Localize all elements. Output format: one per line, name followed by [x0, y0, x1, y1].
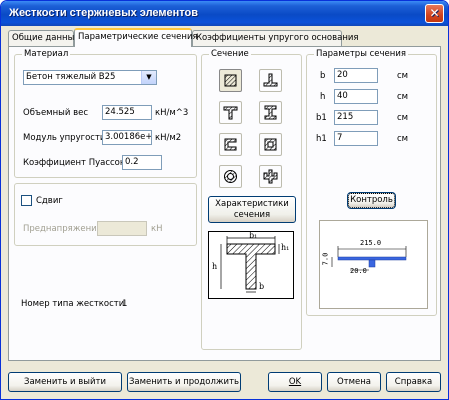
shape-rectangle-button[interactable]: [219, 69, 242, 92]
param-h1-input[interactable]: 7: [334, 131, 378, 146]
section-preview-drawing: [331, 246, 407, 271]
chevron-down-icon[interactable]: ▼: [141, 71, 156, 84]
shear-checkbox-label: Сдвиг: [36, 196, 63, 206]
section-characteristics-button[interactable]: Характеристики сечения: [208, 196, 296, 223]
shape-box-button[interactable]: [259, 133, 282, 156]
diagram-label-b1: b₁: [249, 231, 258, 240]
volumetric-weight-label: Объемный вес: [23, 108, 88, 118]
diagram-label-h: h: [212, 262, 218, 271]
param-b1-input[interactable]: 215: [334, 110, 378, 125]
section-params-group: Параметры сечения b 20 см h 40 см b1 215…: [306, 49, 437, 316]
param-b1-label: b1: [316, 113, 327, 123]
material-select-value: Бетон тяжелый B25: [26, 72, 116, 82]
help-button[interactable]: Справка: [386, 372, 441, 392]
param-b-label: b: [320, 71, 326, 81]
diagram-label-h1: h₁: [281, 243, 290, 252]
close-button[interactable]: ✕: [425, 4, 444, 23]
elastic-modulus-input[interactable]: 3.00186e+07: [102, 130, 152, 145]
preview-height-label: 7.0: [321, 252, 330, 266]
volumetric-weight-input[interactable]: 24.525: [102, 105, 152, 120]
stiffness-type-label: Номер типа жесткости: [21, 299, 125, 309]
param-b-input[interactable]: 20: [334, 68, 378, 83]
rectangle-section-icon: [224, 74, 237, 87]
t-section-diagram: b₁ h₁ h b: [208, 231, 294, 299]
tab-panel: Материал Бетон тяжелый B25 ▼ Объемный ве…: [8, 46, 441, 361]
t-section-diagram-drawing: [220, 236, 280, 293]
stiffness-type-value: 1: [122, 299, 128, 309]
ok-button[interactable]: OK: [268, 372, 322, 392]
section-preview: 215.0 7.0 20.0: [319, 220, 428, 309]
shape-cross-button[interactable]: [259, 165, 282, 188]
title-bar[interactable]: Жесткости стержневых элементов ✕: [1, 1, 448, 26]
shape-t-button[interactable]: [219, 101, 242, 124]
channel-section-icon: [224, 138, 237, 151]
shape-t-inverted-button[interactable]: [259, 69, 282, 92]
tab-parametric-sections[interactable]: Параметрические сечения: [74, 28, 198, 47]
param-b-unit: см: [397, 71, 409, 81]
cross-section-icon: [263, 169, 278, 184]
ring-section-icon: [224, 170, 237, 183]
prestress-label: Преднапряжение: [23, 224, 102, 234]
param-h-label: h: [320, 92, 326, 102]
cancel-button[interactable]: Отмена: [327, 372, 381, 392]
material-group-label: Материал: [22, 49, 71, 60]
shape-i-beam-button[interactable]: [259, 101, 282, 124]
inverted-t-section-icon: [263, 73, 278, 87]
preview-width-label: 215.0: [360, 239, 382, 247]
param-h1-label: h1: [316, 134, 327, 144]
poisson-input[interactable]: 0.2: [122, 155, 162, 170]
param-b1-unit: см: [397, 113, 409, 123]
preview-web-label: 20.0: [350, 267, 367, 275]
box-section-icon: [264, 138, 277, 151]
section-group: Сечение Характеристики сечения b₁ h₁ h b: [201, 49, 302, 350]
tab-general[interactable]: Общие данные: [8, 30, 80, 46]
i-beam-section-icon: [264, 105, 277, 120]
shear-group: Сдвиг Преднапряжение кН: [14, 183, 197, 246]
material-select[interactable]: Бетон тяжелый B25 ▼: [23, 70, 157, 85]
dialog-window: Жесткости стержневых элементов ✕ Общие д…: [0, 0, 449, 400]
t-section-icon: [223, 106, 238, 120]
param-h-unit: см: [397, 92, 409, 102]
prestress-input[interactable]: [97, 221, 147, 236]
shear-checkbox[interactable]: [21, 195, 32, 206]
elastic-modulus-label: Модуль упругости: [23, 133, 106, 143]
shape-channel-button[interactable]: [219, 133, 242, 156]
close-icon: ✕: [429, 6, 440, 20]
material-group: Материал Бетон тяжелый B25 ▼ Объемный ве…: [14, 49, 197, 178]
control-button[interactable]: Контроль: [347, 192, 396, 209]
volumetric-weight-unit: кН/м^3: [155, 108, 189, 118]
param-h-input[interactable]: 40: [334, 89, 378, 104]
poisson-label: Коэффициент Пуассона: [23, 158, 131, 168]
replace-and-continue-button[interactable]: Заменить и продолжить: [127, 372, 241, 392]
diagram-label-b: b: [259, 282, 265, 291]
replace-and-exit-button[interactable]: Заменить и выйти: [8, 372, 122, 392]
tab-elastic-foundation[interactable]: Коэффициенты упругого основания: [192, 30, 359, 46]
shape-ring-button[interactable]: [219, 165, 242, 188]
window-title: Жесткости стержневых элементов: [9, 7, 199, 19]
param-h1-unit: см: [397, 134, 409, 144]
section-params-group-label: Параметры сечения: [314, 49, 408, 60]
prestress-unit: кН: [151, 224, 163, 234]
section-group-label: Сечение: [209, 49, 251, 60]
elastic-modulus-unit: кН/м2: [155, 133, 182, 143]
